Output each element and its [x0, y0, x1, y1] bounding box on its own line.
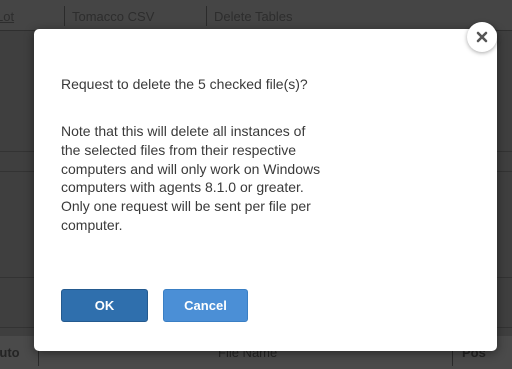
- dialog-message: Note that this will delete all instances…: [61, 122, 461, 235]
- dialog-message-line: Only one request will be sent per file p…: [61, 198, 311, 215]
- background-divider: [206, 6, 207, 26]
- background-column-header: Auto: [0, 345, 20, 360]
- background-link-1: Lot: [0, 9, 15, 24]
- ok-button[interactable]: OK: [61, 289, 148, 322]
- dialog-message-line: computers with agents 8.1.0 or greater.: [61, 179, 304, 196]
- background-link-2: Tomacco CSV: [72, 9, 155, 24]
- dialog-message-line: the selected files from their respective: [61, 141, 296, 158]
- dialog-message-line: Note that this will delete all instances…: [61, 123, 306, 139]
- dialog-title: Request to delete the 5 checked file(s)?: [61, 76, 308, 92]
- close-button[interactable]: [467, 22, 497, 52]
- close-icon: [476, 31, 488, 43]
- dialog-message-line: computers and will only work on Windows: [61, 160, 321, 177]
- cancel-button[interactable]: Cancel: [163, 289, 248, 322]
- background-divider: [64, 6, 65, 26]
- background-link-3: Delete Tables: [214, 9, 293, 24]
- dialog-message-line: computer.: [61, 216, 123, 233]
